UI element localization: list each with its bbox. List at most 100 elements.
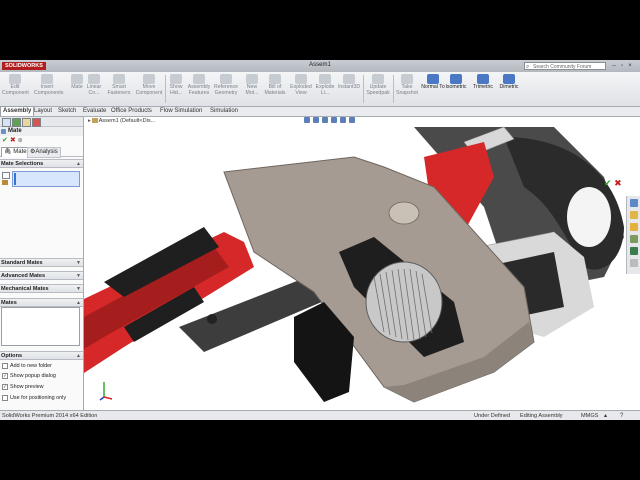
design-library-icon[interactable] (629, 211, 638, 219)
wrench-assembly-model[interactable] (84, 117, 640, 410)
move-component-button[interactable]: Move Component (134, 73, 164, 105)
group-advanced-mates[interactable]: Advanced Mates ▼ (0, 271, 83, 280)
edit-component-button[interactable]: Edit Component (2, 73, 29, 105)
group-options[interactable]: Options ▲ (0, 351, 83, 360)
checkbox[interactable] (2, 394, 8, 401)
update-speedpak-icon (372, 74, 384, 84)
bill-of-materials-button[interactable]: Bill of Materials (262, 73, 288, 105)
tree-expand-icon[interactable]: ▸ (88, 118, 91, 124)
collapse-icon[interactable]: ▲ (76, 352, 81, 361)
view-orientation-icon[interactable] (340, 117, 346, 123)
checkbox-checked[interactable]: ✓ (2, 372, 8, 379)
take-snapshot-button[interactable]: Take Snapshot (394, 73, 420, 105)
zoom-to-fit-icon[interactable] (304, 117, 310, 123)
feature-tree-flyout[interactable]: ▸ Assem1 (Default<Dis... (88, 118, 155, 124)
expand-icon[interactable]: ▼ (76, 272, 81, 281)
option-use-for-positioning-only[interactable]: Use for positioning only (2, 394, 66, 402)
dimxpert-manager-icon[interactable] (32, 118, 41, 127)
solidworks-window: SOLIDWORKS Assem1 ⌕ Search Community For… (0, 60, 640, 420)
mate-icon (1, 129, 6, 134)
status-bar: SolidWorks Premium 2014 x64 Edition Unde… (0, 410, 640, 420)
bill-of-materials-icon (269, 74, 281, 84)
property-manager-icon[interactable] (12, 118, 21, 127)
instant3d-label: Instant3D (337, 84, 361, 90)
triad-axes-icon (99, 382, 113, 401)
tab-sketch[interactable]: Sketch (56, 107, 78, 116)
group-mates[interactable]: Mates ▲ (0, 298, 83, 307)
previous-view-icon[interactable] (322, 117, 328, 123)
help-icon[interactable]: ? (620, 411, 623, 420)
show-hidden-icon (170, 74, 182, 84)
group-mechanical-mates[interactable]: Mechanical Mates ▼ (0, 284, 83, 293)
expand-icon[interactable]: ▼ (76, 259, 81, 268)
tab-assembly[interactable]: Assembly (0, 106, 35, 116)
configuration-manager-icon[interactable] (22, 118, 31, 127)
collapse-icon[interactable]: ▲ (76, 160, 81, 169)
smart-fasteners-button[interactable]: Smart Fasteners (106, 73, 132, 105)
option-show-preview[interactable]: ✓ Show preview (2, 383, 44, 391)
expand-icon[interactable]: ▼ (76, 285, 81, 294)
property-manager-title: Mate (8, 128, 22, 134)
restore-icon[interactable]: ▫ (618, 62, 626, 70)
ok-check-icon[interactable]: ✔ (604, 178, 612, 188)
mate-selections-list[interactable] (12, 171, 80, 187)
exploded-view-button[interactable]: Exploded View (288, 73, 314, 105)
group-standard-mates[interactable]: Standard Mates ▼ (0, 258, 83, 267)
units-dropdown-icon[interactable]: ▴ (604, 411, 607, 420)
resources-icon[interactable] (629, 199, 638, 207)
new-motion-study-icon (246, 74, 258, 84)
reference-geometry-label: Reference Geometry (214, 84, 238, 96)
custom-properties-icon[interactable] (629, 259, 638, 267)
tab-evaluate[interactable]: Evaluate (81, 107, 108, 116)
section-view-icon[interactable] (331, 117, 337, 123)
cancel-x-icon[interactable]: ✖ (614, 178, 622, 188)
ok-check-icon[interactable]: ✔ (2, 137, 8, 144)
minimize-icon[interactable]: – (610, 62, 618, 70)
tab-layout[interactable]: Layout (32, 107, 54, 116)
edit-component-icon (9, 74, 21, 84)
option-label: Show preview (10, 384, 44, 390)
heads-up-view-toolbar (304, 117, 358, 127)
instant3d-icon (343, 74, 355, 84)
cancel-x-icon[interactable]: ✖ (10, 137, 16, 144)
tab-simulation[interactable]: Simulation (208, 107, 240, 116)
pushpin-icon[interactable]: ⊛ (18, 138, 23, 144)
isometric-label: Isometric (445, 84, 467, 90)
option-add-to-new-folder[interactable]: Add to new folder (2, 362, 52, 370)
checkbox[interactable] (2, 362, 8, 369)
dimetric-button[interactable]: Dimetric (496, 73, 522, 105)
option-show-popup-dialog[interactable]: ✓ Show popup dialog (2, 372, 56, 380)
reference-geometry-button[interactable]: Reference Geometry (213, 73, 239, 105)
tab-office-products[interactable]: Office Products (109, 107, 154, 116)
new-motion-study-button[interactable]: New Mot... (242, 73, 262, 105)
explode-line-sketch-button[interactable]: Explode Li... (314, 73, 336, 105)
trimetric-button[interactable]: Trimetric (470, 73, 496, 105)
group-mate-selections[interactable]: Mate Selections ▲ (0, 159, 83, 168)
zoom-to-area-icon[interactable] (313, 117, 319, 123)
mates-list[interactable] (1, 307, 80, 346)
close-icon[interactable]: × (626, 62, 634, 70)
view-palette-icon[interactable] (629, 235, 638, 243)
show-hidden-button[interactable]: Show Hid... (166, 73, 186, 105)
tab-analysis[interactable]: ⚙Analysis (27, 147, 61, 158)
status-units[interactable]: MMGS (581, 411, 598, 420)
search-input[interactable]: ⌕ Search Community Forum (524, 62, 606, 70)
graphics-area[interactable]: ▸ Assem1 (Default<Dis... (84, 117, 640, 410)
assembly-features-button[interactable]: Assembly Features (186, 73, 212, 105)
linear-pattern-label: Linear Co... (86, 84, 102, 96)
knurled-thumb-wheel[interactable] (365, 261, 443, 343)
display-style-icon[interactable] (349, 117, 355, 123)
isometric-button[interactable]: Isometric (443, 73, 469, 105)
tab-flow-simulation[interactable]: Flow Simulation (158, 107, 204, 116)
take-snapshot-label: Take Snapshot (396, 84, 418, 96)
instant3d-button[interactable]: Instant3D (336, 73, 362, 105)
appearances-icon[interactable] (629, 247, 638, 255)
insert-components-button[interactable]: Insert Components (34, 73, 63, 105)
update-speedpak-button[interactable]: Update Speedpak (364, 73, 392, 105)
feature-manager-icon[interactable] (2, 118, 11, 127)
linear-pattern-button[interactable]: Linear Co... (82, 73, 106, 105)
group-advanced-mates-title: Advanced Mates (1, 273, 46, 279)
show-hidden-label: Show Hid... (169, 84, 183, 96)
file-explorer-icon[interactable] (629, 223, 638, 231)
checkbox-checked[interactable]: ✓ (2, 383, 8, 390)
